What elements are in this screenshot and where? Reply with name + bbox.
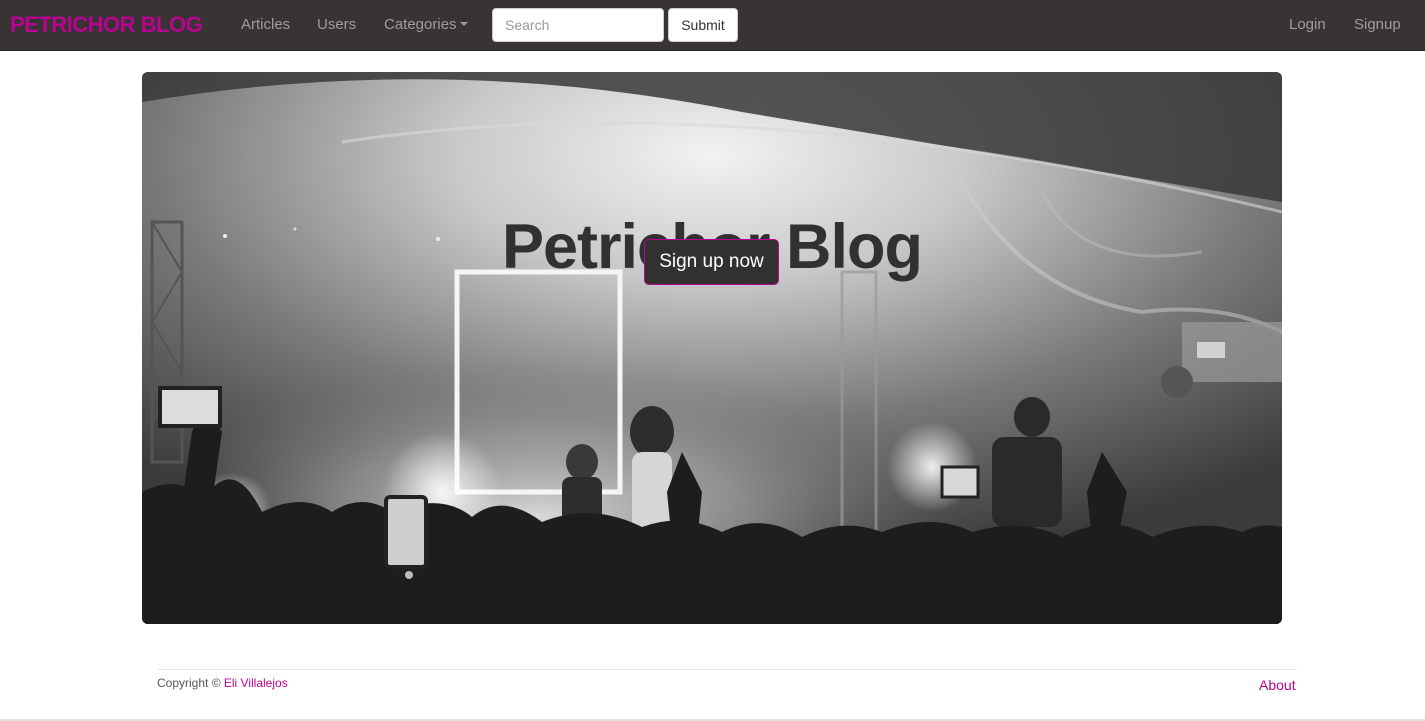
nav-signup-link[interactable]: Signup: [1354, 16, 1401, 34]
footer-divider: [157, 669, 1297, 670]
nav-categories-dropdown[interactable]: Categories: [384, 16, 468, 34]
nav-users-link[interactable]: Users: [317, 16, 356, 34]
top-navbar: PETRICHOR BLOG Articles Users Categories…: [0, 0, 1425, 51]
copyright-text: Copyright ©: [157, 676, 221, 690]
nav-articles-link[interactable]: Articles: [241, 16, 290, 34]
nav-login-link[interactable]: Login: [1289, 16, 1326, 34]
search-submit-button[interactable]: Submit: [668, 8, 738, 42]
nav-categories-label: Categories: [384, 16, 457, 33]
search-input[interactable]: [492, 8, 664, 42]
hero-jumbotron: Petrichor Blog Sign up now: [142, 72, 1282, 624]
caret-down-icon: [459, 22, 468, 27]
footer-about-link[interactable]: About: [1259, 677, 1296, 693]
brand-logo-link[interactable]: PETRICHOR BLOG: [10, 12, 203, 38]
hero-background-image: [142, 72, 1282, 624]
footer-copyright: Copyright © Eli Villalejos: [157, 676, 288, 690]
author-link[interactable]: Eli Villalejos: [224, 676, 288, 690]
sign-up-now-button[interactable]: Sign up now: [644, 239, 779, 285]
